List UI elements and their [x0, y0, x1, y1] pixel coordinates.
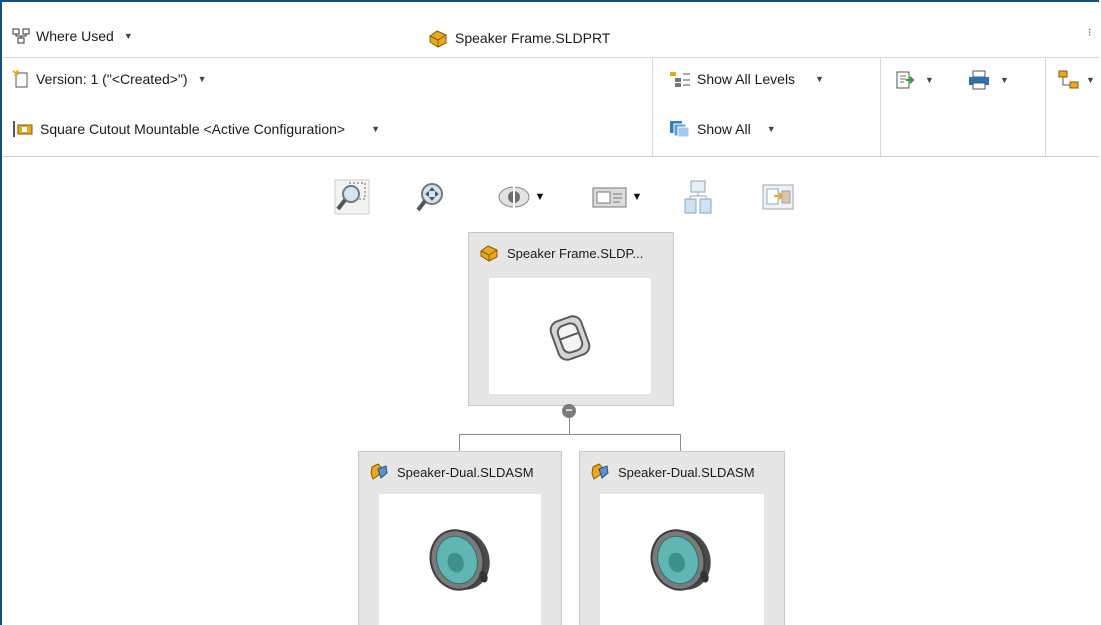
- chevron-down-icon: ▼: [631, 191, 643, 203]
- document-title: Speaker Frame.SLDPRT: [427, 28, 610, 48]
- zoom-to-fit-button[interactable]: [328, 175, 376, 219]
- connector-line: [459, 434, 681, 435]
- toolbar-divider: [1045, 58, 1046, 156]
- options-button[interactable]: ▼: [1058, 70, 1095, 90]
- child-node-header: Speaker-Dual.SLDASM: [369, 460, 555, 484]
- chevron-down-icon: ▼: [534, 191, 546, 203]
- expand-icon[interactable]: ⁝: [1088, 26, 1092, 39]
- show-all-dropdown[interactable]: Show All ▼: [669, 120, 776, 138]
- view-mode-dropdown[interactable]: ▼: [582, 175, 652, 219]
- visibility-dropdown[interactable]: ▼: [486, 175, 556, 219]
- chevron-down-icon: ▼: [1000, 75, 1009, 85]
- configuration-label: Square Cutout Mountable <Active Configur…: [40, 121, 346, 137]
- zoom-to-fit-icon: [334, 179, 370, 215]
- show-all-label: Show All: [697, 121, 751, 137]
- collapse-toggle[interactable]: −: [562, 404, 576, 418]
- child-node-label: Speaker-Dual.SLDASM: [618, 464, 755, 480]
- connector-line: [459, 434, 460, 452]
- print-button[interactable]: ▼: [968, 70, 1009, 90]
- new-document-icon: [12, 70, 28, 88]
- child-node-label: Speaker-Dual.SLDASM: [397, 464, 534, 480]
- configuration-dropdown[interactable]: Square Cutout Mountable <Active Configur…: [12, 120, 380, 138]
- child-node-header: Speaker-Dual.SLDASM: [590, 460, 778, 484]
- hierarchy-options-icon: [1058, 70, 1079, 89]
- configuration-icon: [13, 121, 33, 137]
- preview-icon: [762, 184, 794, 210]
- version-label: Version: 1 ("<Created>"): [36, 71, 188, 87]
- toolbar: Version: 1 ("<Created>") ▼ Square Cutout…: [2, 58, 1099, 157]
- show-levels-label: Show All Levels: [697, 71, 796, 87]
- where-used-label: Where Used: [36, 28, 114, 44]
- root-node-header: Speaker Frame.SLDP...: [479, 241, 667, 265]
- tree-layout-icon: [684, 180, 712, 214]
- show-levels-dropdown[interactable]: Show All Levels ▼: [669, 70, 824, 88]
- export-icon: [896, 71, 915, 89]
- where-used-icon: [12, 28, 30, 44]
- title-bar: Where Used ▼ Speaker Frame.SLDPRT ⁝: [2, 2, 1099, 58]
- toolbar-divider: [652, 58, 653, 156]
- printer-icon: [969, 70, 989, 90]
- levels-icon: [670, 72, 690, 87]
- part-icon: [480, 245, 498, 262]
- child-node[interactable]: Speaker-Dual.SLDASM: [358, 451, 562, 625]
- export-button[interactable]: ▼: [895, 70, 934, 90]
- zoom-to-area-icon: [416, 183, 443, 212]
- preview-button[interactable]: [758, 175, 798, 219]
- where-used-menu[interactable]: Where Used ▼: [12, 28, 133, 44]
- document-title-text: Speaker Frame.SLDPRT: [455, 30, 611, 46]
- visibility-icon: [498, 185, 530, 209]
- zoom-to-area-button[interactable]: [408, 175, 456, 219]
- show-all-icon: [670, 121, 690, 138]
- root-node-label: Speaker Frame.SLDP...: [507, 245, 644, 261]
- chevron-down-icon: ▼: [371, 124, 381, 134]
- view-mode-icon: [592, 187, 627, 208]
- child-node[interactable]: Speaker-Dual.SLDASM: [579, 451, 785, 625]
- chevron-down-icon: ▼: [925, 75, 934, 85]
- child-node-thumbnail: [379, 494, 541, 625]
- version-dropdown[interactable]: Version: 1 ("<Created>") ▼: [12, 70, 207, 88]
- chevron-down-icon: ▼: [1086, 75, 1095, 85]
- connector-line: [680, 434, 681, 452]
- chevron-down-icon: ▼: [766, 124, 776, 134]
- assembly-icon: [591, 463, 609, 480]
- root-node-thumbnail: [489, 278, 651, 394]
- chevron-down-icon: ▼: [123, 31, 133, 41]
- part-icon: [429, 30, 447, 48]
- chevron-down-icon: ▼: [815, 74, 824, 84]
- where-used-window: Where Used ▼ Speaker Frame.SLDPRT ⁝ Vers…: [0, 0, 1099, 625]
- toolbar-divider: [880, 58, 881, 156]
- speaker-thumbnail-icon: [429, 529, 490, 591]
- assembly-icon: [370, 463, 388, 480]
- speaker-frame-thumbnail-icon: [549, 315, 591, 361]
- chevron-down-icon: ▼: [197, 74, 207, 84]
- where-used-canvas[interactable]: ▼ ▼ Speaker Frame.SLDP... − Speaker-Dual…: [2, 157, 1099, 625]
- speaker-thumbnail-icon: [650, 529, 711, 591]
- root-node[interactable]: Speaker Frame.SLDP...: [468, 232, 674, 406]
- tree-layout-button[interactable]: [678, 175, 718, 219]
- child-node-thumbnail: [600, 494, 764, 625]
